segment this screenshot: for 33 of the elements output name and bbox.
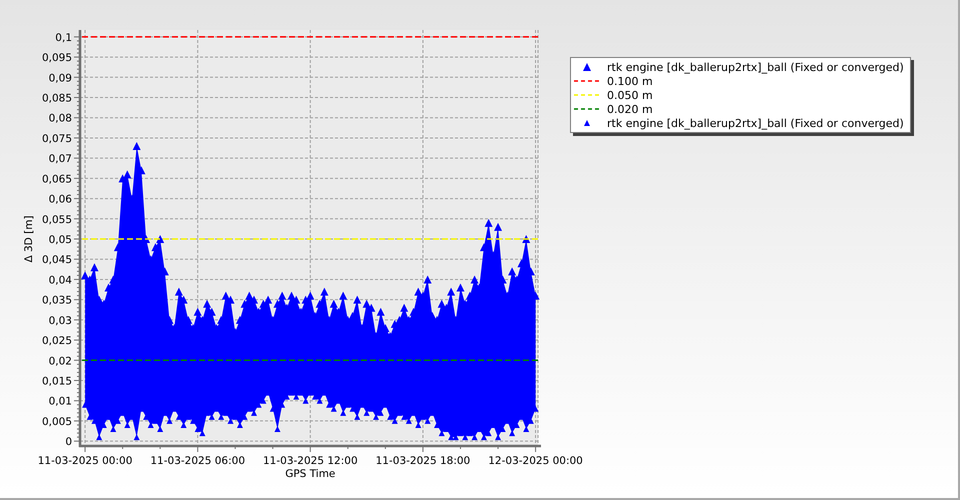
y-tick-label: 0,03 — [48, 314, 72, 327]
x-tick-label: 11-03-2025 06:00 — [150, 455, 245, 467]
y-tick-label: 0,02 — [48, 355, 72, 368]
legend-label: rtk engine [dk_ballerup2rtx]_ball (Fixed or converged) — [607, 60, 904, 74]
y-tick-label: 0,075 — [42, 132, 72, 145]
y-tick-label: 0,025 — [42, 335, 72, 348]
x-tick-label: 12-03-2025 00:00 — [488, 455, 583, 467]
y-tick-label: 0,035 — [42, 294, 72, 307]
y-tick-label: 0,08 — [48, 112, 72, 125]
y-tick-label: 0,05 — [48, 234, 72, 246]
y-tick-label: 0,06 — [48, 194, 72, 206]
y-axis-title: Δ 3D [m] — [23, 215, 35, 263]
y-tick-label: 0,085 — [42, 92, 72, 105]
x-tick-label: 11-03-2025 12:00 — [263, 455, 358, 467]
y-tick-label: 0,015 — [42, 376, 72, 388]
legend-label: rtk engine [dk_ballerup2rtx]_ball (Fixed or converged) — [607, 116, 904, 130]
y-tick-label: 0,04 — [48, 274, 72, 286]
y-tick-label: 0,065 — [42, 173, 72, 186]
y-tick-label: 0,045 — [42, 254, 72, 266]
y-tick-label: 0,095 — [42, 52, 72, 64]
y-tick-label: 0,005 — [42, 416, 72, 428]
y-tick-label: 0,1 — [55, 32, 72, 44]
x-axis-title: GPS Time — [285, 468, 336, 480]
legend-label: 0.050 m — [607, 88, 653, 102]
y-tick-label: 0,09 — [48, 72, 72, 84]
y-tick-label: 0,01 — [48, 396, 72, 408]
y-tick-label: 0,07 — [48, 153, 72, 166]
y-tick-label: 0,055 — [42, 214, 72, 226]
y-tick-label: 0 — [65, 436, 72, 448]
x-tick-label: 11-03-2025 00:00 — [38, 455, 132, 467]
x-tick-label: 11-03-2025 18:00 — [376, 455, 470, 467]
legend-label: 0.100 m — [607, 74, 653, 88]
legend-label: 0.020 m — [607, 102, 653, 116]
